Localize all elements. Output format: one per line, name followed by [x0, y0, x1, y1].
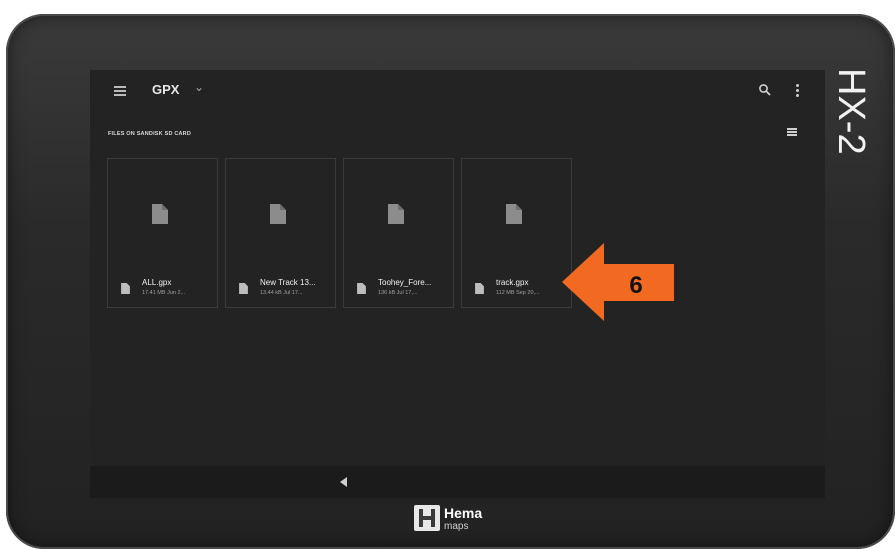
section-label: FILES ON SANDISK SD CARD: [108, 131, 192, 137]
app-toolbar: GPX ⌄: [90, 70, 825, 112]
file-name: Toohey_Fore...: [378, 278, 432, 287]
folder-title[interactable]: GPX: [152, 82, 179, 97]
list-view-icon[interactable]: [787, 128, 797, 137]
system-nav-bar: [90, 466, 825, 498]
step-callout-arrow: 6: [562, 243, 674, 321]
file-name: ALL.gpx: [142, 278, 172, 287]
chevron-down-icon[interactable]: ⌄: [194, 80, 204, 94]
file-meta: 13.44 kB Jul 17...: [260, 290, 303, 296]
back-triangle-icon[interactable]: [340, 477, 347, 487]
logo-subtitle: maps: [444, 521, 469, 532]
hamburger-icon[interactable]: [114, 86, 126, 96]
file-icon: [388, 204, 404, 224]
file-icon: [152, 204, 168, 224]
file-meta: 136 kB Jul 17,...: [378, 290, 418, 296]
file-icon: [270, 204, 286, 224]
file-card[interactable]: ALL.gpx 17.41 MB Jun 2...: [107, 158, 218, 308]
search-icon[interactable]: [758, 83, 772, 97]
orange-arrow-icon: [562, 243, 674, 321]
step-number: 6: [629, 272, 642, 299]
file-card[interactable]: New Track 13... 13.44 kB Jul 17...: [225, 158, 336, 308]
device-screen: GPX ⌄ FILES ON SANDISK SD CARD ALL.gpx 1…: [90, 70, 825, 498]
file-type-icon: [121, 283, 130, 294]
file-name: track.gpx: [496, 278, 529, 287]
file-icon: [506, 204, 522, 224]
more-vert-icon[interactable]: [796, 84, 800, 98]
file-type-icon: [357, 283, 366, 294]
file-meta: 17.41 MB Jun 2...: [142, 290, 186, 296]
logo-name: Hema: [444, 505, 483, 521]
file-meta: 112 MB Sep 20,...: [496, 290, 540, 296]
brand-logo: Hema maps: [414, 505, 524, 539]
file-name: New Track 13...: [260, 278, 316, 287]
hema-logo-icon: [414, 505, 440, 531]
file-card[interactable]: Toohey_Fore... 136 kB Jul 17,...: [343, 158, 454, 308]
file-type-icon: [239, 283, 248, 294]
file-type-icon: [475, 283, 484, 294]
file-card[interactable]: track.gpx 112 MB Sep 20,...: [461, 158, 572, 308]
device-model-label: HX-2: [830, 68, 872, 155]
